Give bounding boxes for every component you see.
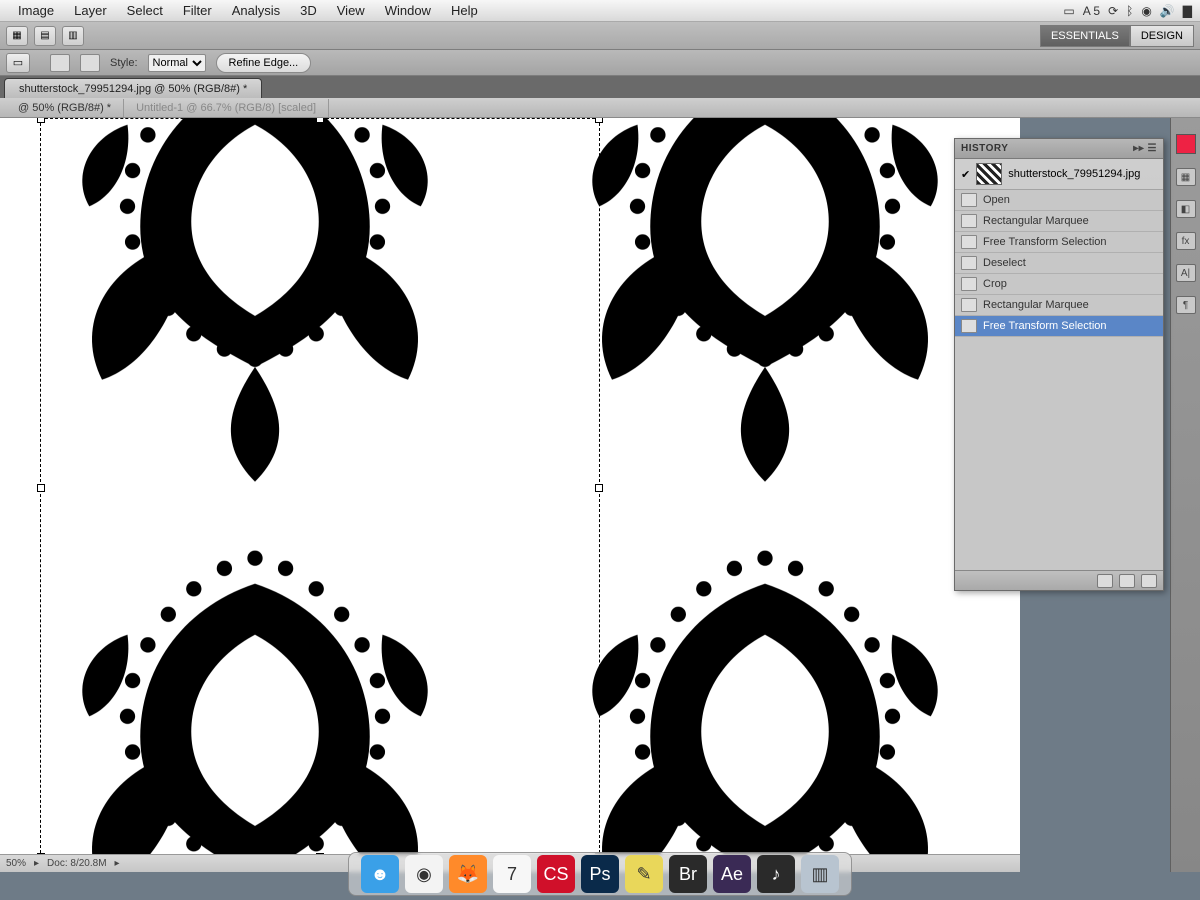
bluetooth-icon: ᛒ [1126, 4, 1133, 18]
menubar-status-icons: ▭ A 5 ⟳ ᛒ ◉ 🔊 ▇ [1063, 4, 1192, 18]
dock-app-bridge[interactable]: Br [669, 855, 707, 893]
color-panel-icon[interactable] [1176, 134, 1196, 154]
flag-icon: ▇ [1183, 4, 1192, 18]
history-item[interactable]: Free Transform Selection [955, 232, 1163, 253]
dock-app-firefox[interactable]: 🦊 [449, 855, 487, 893]
dock-app-finder[interactable]: ☻ [361, 855, 399, 893]
dock-app-lastfm[interactable]: CS [537, 855, 575, 893]
history-item[interactable]: Rectangular Marquee [955, 211, 1163, 232]
document-tabbar: @ 50% (RGB/8#) * Untitled-1 @ 66.7% (RGB… [0, 98, 1200, 118]
marquee-tool-icon[interactable]: ▭ [6, 53, 30, 73]
dock-app-chrome[interactable]: ◉ [405, 855, 443, 893]
screen-mode-icon[interactable]: ▥ [62, 26, 84, 46]
history-panel-title: HISTORY [961, 143, 1008, 154]
history-item-label: Open [983, 194, 1010, 206]
document-tab-1[interactable]: @ 50% (RGB/8#) * [6, 99, 124, 117]
menu-select[interactable]: Select [117, 3, 173, 18]
selection-add-icon[interactable] [80, 54, 100, 72]
dock-app-aftereffects[interactable]: Ae [713, 855, 751, 893]
selection-new-icon[interactable] [50, 54, 70, 72]
style-select[interactable]: Normal [148, 54, 206, 72]
history-item[interactable]: Rectangular Marquee [955, 295, 1163, 316]
zoom-chevron-icon[interactable]: ▸ [34, 858, 39, 869]
dock-app-calendar[interactable]: 7 [493, 855, 531, 893]
history-panel-header[interactable]: HISTORY ▸▸ ☰ [955, 139, 1163, 159]
doc-info-chevron-icon[interactable]: ▸ [115, 858, 120, 869]
swatches-panel-icon[interactable]: ▦ [1176, 168, 1196, 186]
history-item[interactable]: Open [955, 190, 1163, 211]
history-item-label: Deselect [983, 257, 1026, 269]
zoom-level[interactable]: 50% [6, 858, 26, 869]
style-label: Style: [110, 57, 138, 69]
delete-state-icon[interactable] [1141, 574, 1157, 588]
sync-icon: ⟳ [1108, 4, 1118, 18]
dock-app-photoshop[interactable]: Ps [581, 855, 619, 893]
history-item[interactable]: Free Transform Selection [955, 316, 1163, 337]
history-panel-footer [955, 570, 1163, 590]
screen-icon: ▭ [1063, 4, 1074, 18]
adjustments-panel-icon[interactable]: ◧ [1176, 200, 1196, 218]
history-item-label: Free Transform Selection [983, 236, 1107, 248]
workspace: 50% ▸ Doc: 8/20.8M ▸ ▦ ◧ fx A| ¶ HISTORY… [0, 118, 1200, 872]
damask-pattern [0, 118, 1020, 872]
new-document-from-state-icon[interactable] [1119, 574, 1135, 588]
document-tab-2[interactable]: Untitled-1 @ 66.7% (RGB/8) [scaled] [124, 99, 329, 117]
window-tabbar: shutterstock_79951294.jpg @ 50% (RGB/8#)… [0, 76, 1200, 98]
dock-app-app-misc[interactable]: ✎ [625, 855, 663, 893]
paragraph-panel-icon[interactable]: ¶ [1176, 296, 1196, 314]
document-canvas[interactable] [0, 118, 1020, 872]
history-item-label: Rectangular Marquee [983, 299, 1089, 311]
menu-view[interactable]: View [327, 3, 375, 18]
history-state-icon [961, 319, 977, 333]
menu-help[interactable]: Help [441, 3, 488, 18]
tool-options-bar: ▭ Style: Normal Refine Edge... [0, 50, 1200, 76]
wifi-icon: ◉ [1141, 4, 1151, 18]
dock-app-itunes[interactable]: ♪ [757, 855, 795, 893]
arrange-docs-icon[interactable]: ▤ [34, 26, 56, 46]
brush-icon: ✔ [961, 168, 970, 181]
volume-icon: 🔊 [1160, 4, 1175, 18]
menu-image[interactable]: Image [8, 3, 64, 18]
history-source-thumb [976, 163, 1002, 185]
mac-dock: ☻◉🦊7CSPs✎BrAe♪▥ [348, 852, 852, 896]
panel-menu-icon[interactable]: ▸▸ ☰ [1133, 143, 1157, 154]
dock-app-preview[interactable]: ▥ [801, 855, 839, 893]
panel-dock-strip: ▦ ◧ fx A| ¶ [1170, 118, 1200, 872]
history-source-label: shutterstock_79951294.jpg [1008, 168, 1140, 180]
workspace-essentials-button[interactable]: ESSENTIALS [1040, 25, 1130, 47]
history-item-label: Rectangular Marquee [983, 215, 1089, 227]
mac-menubar: Image Layer Select Filter Analysis 3D Vi… [0, 0, 1200, 22]
history-state-icon [961, 277, 977, 291]
history-panel[interactable]: HISTORY ▸▸ ☰ ✔ shutterstock_79951294.jpg… [954, 138, 1164, 591]
history-state-icon [961, 256, 977, 270]
menu-3d[interactable]: 3D [290, 3, 327, 18]
menu-window[interactable]: Window [375, 3, 441, 18]
history-state-icon [961, 214, 977, 228]
ps-logo-icon[interactable]: ▦ [6, 26, 28, 46]
workspace-design-button[interactable]: DESIGN [1130, 25, 1194, 47]
refine-edge-button[interactable]: Refine Edge... [216, 53, 312, 73]
history-state-icon [961, 298, 977, 312]
character-panel-icon[interactable]: A| [1176, 264, 1196, 282]
menu-analysis[interactable]: Analysis [222, 3, 290, 18]
window-tab-active[interactable]: shutterstock_79951294.jpg @ 50% (RGB/8#)… [4, 78, 262, 98]
menu-filter[interactable]: Filter [173, 3, 222, 18]
history-item[interactable]: Crop [955, 274, 1163, 295]
new-snapshot-icon[interactable] [1097, 574, 1113, 588]
menu-layer[interactable]: Layer [64, 3, 117, 18]
app-bar: ▦ ▤ ▥ ESSENTIALS DESIGN [0, 22, 1200, 50]
adobe-status: A 5 [1083, 4, 1100, 18]
history-state-icon [961, 235, 977, 249]
history-list: Open Rectangular Marquee Free Transform … [955, 190, 1163, 570]
history-item-label: Crop [983, 278, 1007, 290]
history-source-row[interactable]: ✔ shutterstock_79951294.jpg [955, 159, 1163, 190]
history-item[interactable]: Deselect [955, 253, 1163, 274]
doc-info: Doc: 8/20.8M [47, 858, 106, 869]
history-state-icon [961, 193, 977, 207]
styles-panel-icon[interactable]: fx [1176, 232, 1196, 250]
history-item-label: Free Transform Selection [983, 320, 1107, 332]
